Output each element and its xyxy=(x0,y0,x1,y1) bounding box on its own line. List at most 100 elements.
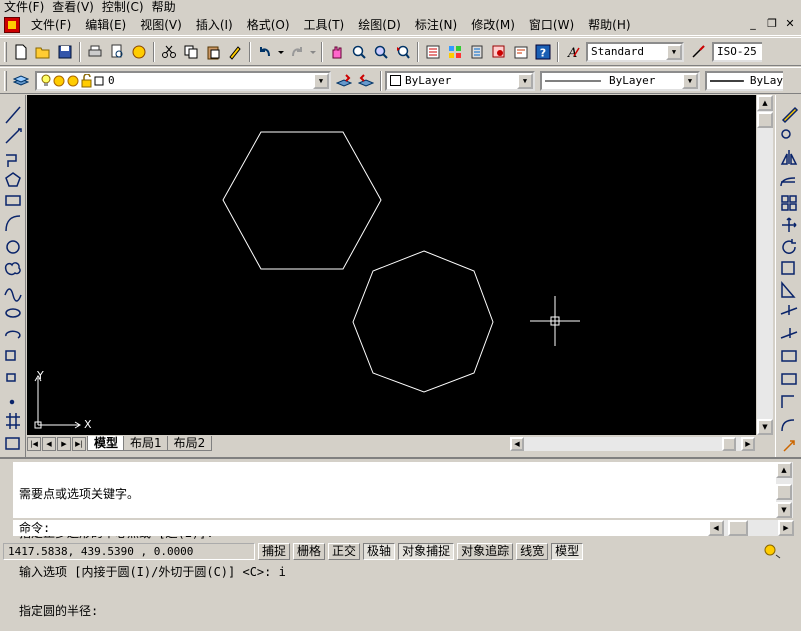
tab-layout2[interactable]: 布局2 xyxy=(166,436,213,451)
otrack-toggle[interactable]: 对象追踪 xyxy=(457,543,514,560)
sheet-set-button[interactable] xyxy=(488,41,510,63)
layer-previous-button[interactable] xyxy=(355,70,377,92)
construction-line-tool-icon[interactable] xyxy=(5,128,22,144)
revision-cloud-tool-icon[interactable] xyxy=(4,262,21,276)
autocad-app-icon[interactable] xyxy=(4,16,20,33)
command-history-scrollbar[interactable]: ▲ ▼ xyxy=(776,462,793,518)
menu-format[interactable]: 格式(O) xyxy=(240,16,297,33)
markup-button[interactable] xyxy=(510,41,532,63)
chamfer-tool-icon[interactable] xyxy=(781,395,794,408)
explode-tool-icon[interactable] xyxy=(783,440,795,452)
lineweight-control-select[interactable]: ByLay xyxy=(705,70,783,91)
linetype-control-select[interactable]: ByLayer ▼ xyxy=(540,70,700,91)
octagon-shape[interactable] xyxy=(352,250,494,393)
array-tool-icon[interactable] xyxy=(781,195,797,211)
rotate-tool-icon[interactable] xyxy=(782,239,796,254)
scale-tool-icon[interactable] xyxy=(781,261,795,275)
vertical-scroll-thumb[interactable] xyxy=(757,112,773,128)
region-tool-icon[interactable] xyxy=(5,437,20,450)
scroll-down-icon[interactable]: ▼ xyxy=(757,419,773,435)
menu-tools[interactable]: 工具(T) xyxy=(297,16,352,33)
copy-button[interactable] xyxy=(180,41,202,63)
zoom-realtime-button[interactable] xyxy=(348,41,370,63)
ortho-toggle[interactable]: 正交 xyxy=(328,543,361,560)
tab-layout1[interactable]: 布局1 xyxy=(123,436,169,451)
tab-model[interactable]: 模型 xyxy=(87,436,126,451)
text-style-select[interactable]: Standard ▼ xyxy=(586,41,684,62)
scroll-up-icon[interactable]: ▲ xyxy=(776,462,792,478)
menu-draw[interactable]: 绘图(D) xyxy=(351,16,408,33)
horizontal-scrollbar[interactable]: ◀ ▶ xyxy=(510,437,755,451)
lineweight-toggle[interactable]: 线宽 xyxy=(516,543,549,560)
next-tab-icon[interactable]: ▶ xyxy=(57,436,71,451)
ellipse-tool-icon[interactable] xyxy=(5,308,21,318)
last-tab-icon[interactable]: ▶| xyxy=(72,436,86,451)
grid-toggle[interactable]: 栅格 xyxy=(293,543,326,560)
command-input-scroll-thumb[interactable] xyxy=(728,520,748,536)
first-tab-icon[interactable]: |◀ xyxy=(27,436,41,451)
menu-help[interactable]: 帮助(H) xyxy=(581,16,637,33)
save-button[interactable] xyxy=(54,41,76,63)
print-button[interactable] xyxy=(84,41,106,63)
scroll-right-icon[interactable]: ▶ xyxy=(741,437,755,451)
trim-tool-icon[interactable] xyxy=(780,305,798,315)
paste-button[interactable] xyxy=(202,41,224,63)
host-menu-help[interactable]: 帮助 xyxy=(148,0,180,14)
host-menu-file[interactable]: 文件(F) xyxy=(0,0,48,14)
osnap-toggle[interactable]: 对象捕捉 xyxy=(398,543,455,560)
match-properties-button[interactable] xyxy=(224,41,246,63)
redo-dropdown[interactable] xyxy=(308,41,318,63)
print-preview-button[interactable] xyxy=(106,41,128,63)
line-tool-icon[interactable] xyxy=(5,106,21,124)
model-space-toggle[interactable]: 模型 xyxy=(551,543,584,560)
fillet-tool-icon[interactable] xyxy=(781,419,795,432)
join-tool-icon[interactable] xyxy=(781,373,797,385)
undo-dropdown[interactable] xyxy=(276,41,286,63)
layer-manager-button[interactable] xyxy=(10,70,32,92)
host-menu-control[interactable]: 控制(C) xyxy=(98,0,148,14)
hexagon-shape[interactable] xyxy=(222,131,382,270)
menu-modify[interactable]: 修改(M) xyxy=(464,16,522,33)
menu-file[interactable]: 文件(F) xyxy=(24,16,78,33)
scroll-left-icon[interactable]: ◀ xyxy=(510,437,524,451)
color-control-select[interactable]: ByLayer ▼ xyxy=(385,70,535,91)
dim-style-button[interactable] xyxy=(688,41,710,63)
polyline-tool-icon[interactable] xyxy=(6,154,17,167)
menu-insert[interactable]: 插入(I) xyxy=(189,16,240,33)
new-button[interactable] xyxy=(10,41,32,63)
undo-button[interactable] xyxy=(254,41,276,63)
pan-button[interactable] xyxy=(326,41,348,63)
vertical-scrollbar[interactable]: ▲ ▼ xyxy=(756,95,773,435)
tool-palettes-button[interactable] xyxy=(466,41,488,63)
polar-toggle[interactable]: 极轴 xyxy=(363,543,396,560)
properties-button[interactable] xyxy=(422,41,444,63)
scroll-left-icon[interactable]: ◀ xyxy=(708,520,724,536)
open-button[interactable] xyxy=(32,41,54,63)
help-button[interactable]: ? xyxy=(532,41,554,63)
zoom-window-button[interactable] xyxy=(370,41,392,63)
insert-block-tool-icon[interactable] xyxy=(5,350,16,361)
menu-view[interactable]: 视图(V) xyxy=(133,16,189,33)
zoom-previous-button[interactable] xyxy=(392,41,414,63)
layer-select[interactable]: 0 ▼ xyxy=(35,70,331,91)
erase-tool-icon[interactable] xyxy=(781,106,799,124)
copy-object-tool-icon[interactable] xyxy=(781,129,791,139)
horizontal-scroll-thumb[interactable] xyxy=(722,437,736,451)
rectangle-tool-icon[interactable] xyxy=(5,195,21,206)
scroll-down-icon[interactable]: ▼ xyxy=(776,502,792,518)
close-button[interactable]: ✕ xyxy=(782,17,798,31)
prev-tab-icon[interactable]: ◀ xyxy=(42,436,56,451)
design-center-button[interactable] xyxy=(444,41,466,63)
communication-center-icon[interactable] xyxy=(762,543,782,559)
host-menu-view[interactable]: 查看(V) xyxy=(48,0,98,14)
polygon-tool-icon[interactable] xyxy=(5,172,21,187)
offset-tool-icon[interactable] xyxy=(780,177,796,187)
command-input-scrollbar[interactable]: ◀ ▶ xyxy=(708,520,794,536)
command-scroll-thumb[interactable] xyxy=(776,484,792,500)
extend-tool-icon[interactable] xyxy=(780,328,798,339)
arc-tool-icon[interactable] xyxy=(5,215,21,232)
restore-button[interactable]: ❐ xyxy=(764,17,780,31)
circle-tool-icon[interactable] xyxy=(6,240,20,254)
break-at-point-tool-icon[interactable] xyxy=(781,350,797,362)
menu-edit[interactable]: 编辑(E) xyxy=(78,16,133,33)
